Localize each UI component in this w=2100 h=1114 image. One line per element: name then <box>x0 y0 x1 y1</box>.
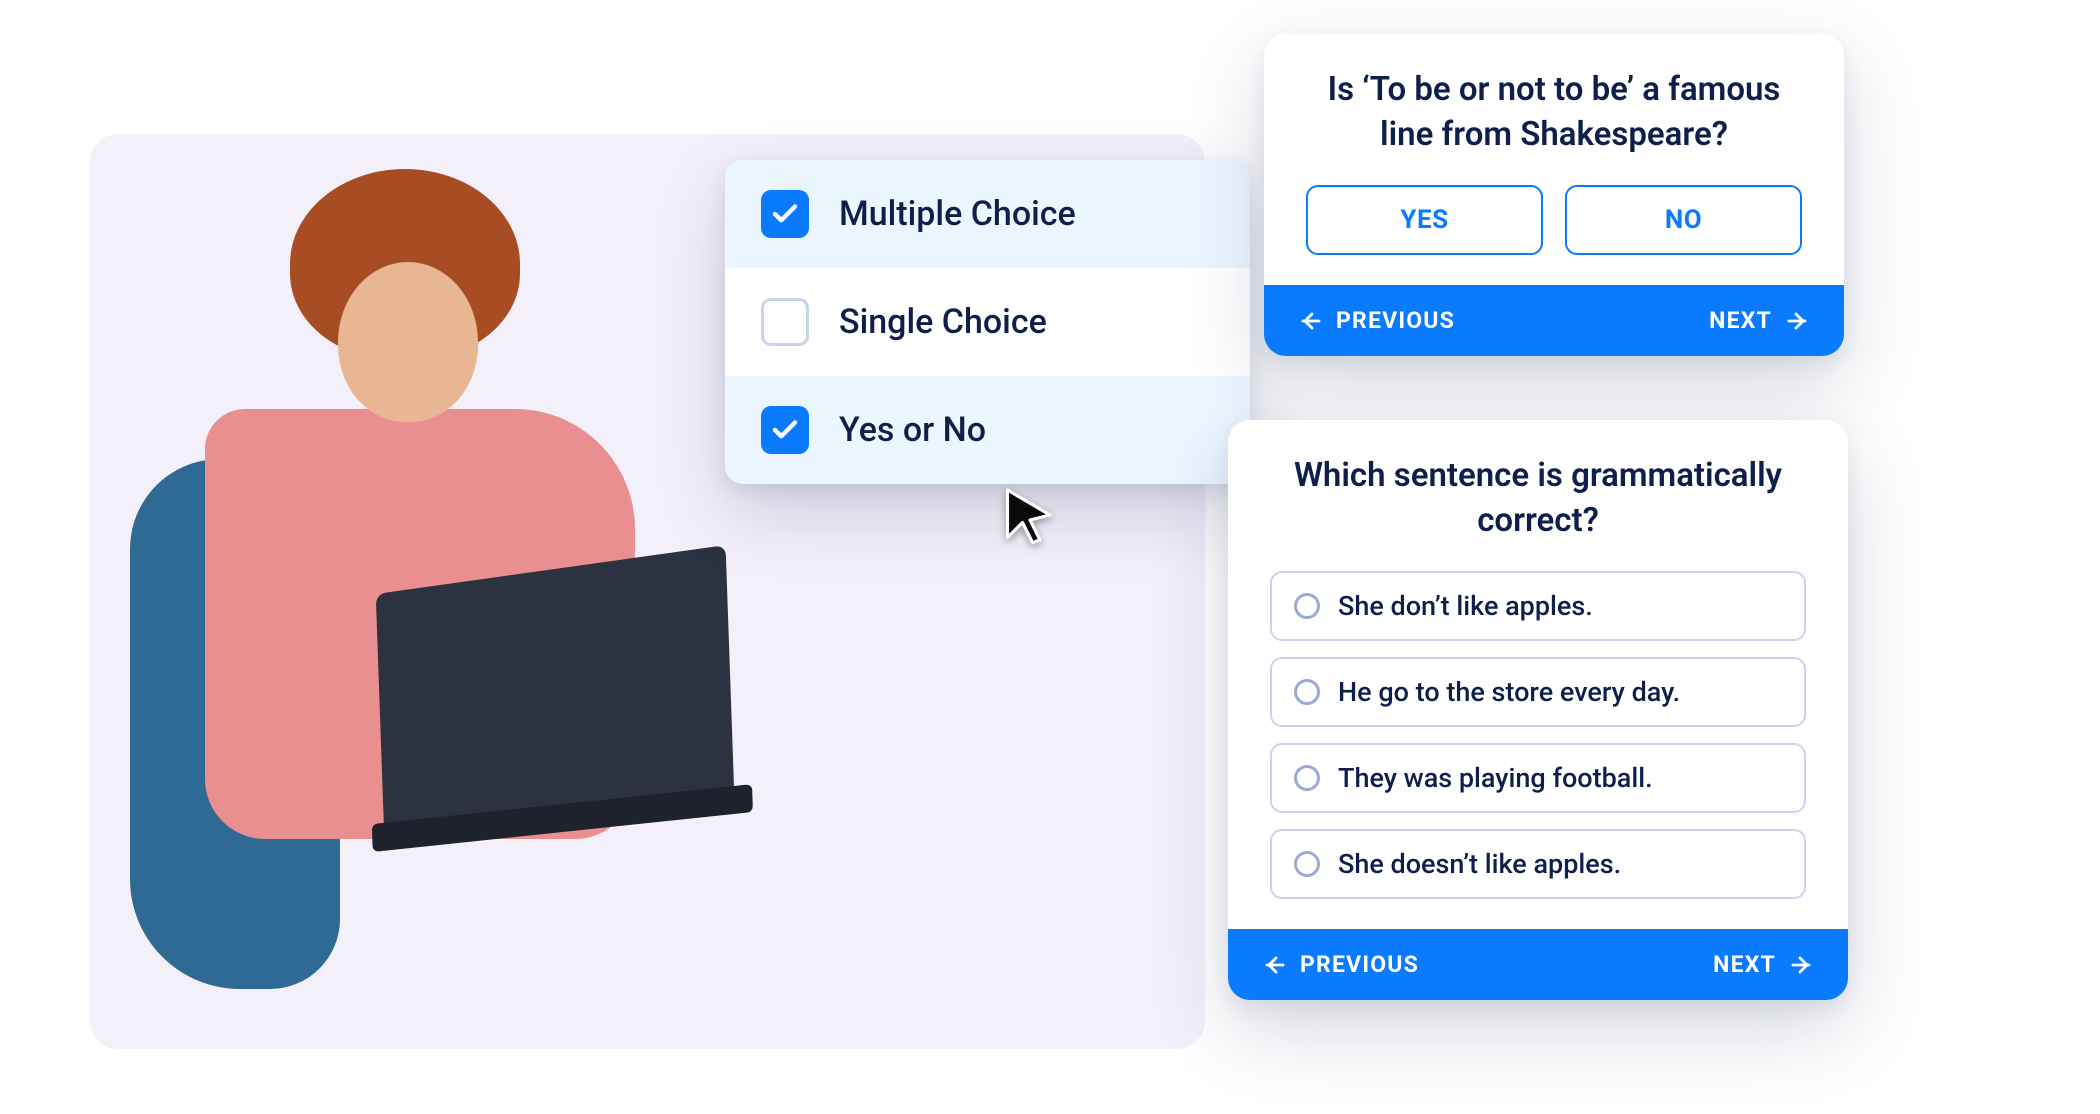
question-type-panel: Multiple Choice Single Choice Yes or No <box>725 160 1250 484</box>
checkbox-checked-icon[interactable] <box>761 190 809 238</box>
question-text: Is ‘To be or not to be’ a famous line fr… <box>1306 68 1802 157</box>
question-text: Which sentence is grammatically correct? <box>1270 454 1806 543</box>
next-label: NEXT <box>1709 307 1772 334</box>
multiple-choice-question-card: Which sentence is grammatically correct?… <box>1228 420 1848 1000</box>
arrow-left-icon <box>1298 309 1322 333</box>
arrow-right-icon <box>1790 953 1814 977</box>
answer-text: She don’t like apples. <box>1338 590 1593 622</box>
answer-text: She doesn’t like apples. <box>1338 848 1621 880</box>
next-button[interactable]: NEXT <box>1709 307 1810 334</box>
previous-label: PREVIOUS <box>1300 951 1419 978</box>
cursor-icon <box>1000 485 1060 545</box>
radio-unchecked-icon <box>1294 765 1320 791</box>
previous-label: PREVIOUS <box>1336 307 1455 334</box>
option-single-choice[interactable]: Single Choice <box>725 268 1250 376</box>
next-button[interactable]: NEXT <box>1713 951 1814 978</box>
answer-text: He go to the store every day. <box>1338 676 1680 708</box>
arrow-left-icon <box>1262 953 1286 977</box>
laptop-shape <box>376 545 735 843</box>
yes-no-question-card: Is ‘To be or not to be’ a famous line fr… <box>1264 34 1844 356</box>
answer-option[interactable]: He go to the store every day. <box>1270 657 1806 727</box>
previous-button[interactable]: PREVIOUS <box>1262 951 1419 978</box>
yes-button[interactable]: YES <box>1306 185 1543 255</box>
option-label: Yes or No <box>839 410 986 450</box>
answer-text: They was playing football. <box>1338 762 1653 794</box>
radio-unchecked-icon <box>1294 679 1320 705</box>
arrow-right-icon <box>1786 309 1810 333</box>
option-label: Multiple Choice <box>839 194 1076 234</box>
student-illustration <box>110 154 750 1049</box>
option-multiple-choice[interactable]: Multiple Choice <box>725 160 1250 268</box>
radio-unchecked-icon <box>1294 593 1320 619</box>
checkbox-checked-icon[interactable] <box>761 406 809 454</box>
face-shape <box>338 262 478 422</box>
answer-option[interactable]: She don’t like apples. <box>1270 571 1806 641</box>
card-nav-bar: PREVIOUS NEXT <box>1264 285 1844 356</box>
card-nav-bar: PREVIOUS NEXT <box>1228 929 1848 1000</box>
answer-option[interactable]: They was playing football. <box>1270 743 1806 813</box>
option-label: Single Choice <box>839 302 1047 342</box>
previous-button[interactable]: PREVIOUS <box>1298 307 1455 334</box>
answer-options-list: She don’t like apples. He go to the stor… <box>1270 571 1806 899</box>
no-button[interactable]: NO <box>1565 185 1802 255</box>
option-yes-or-no[interactable]: Yes or No <box>725 376 1250 484</box>
radio-unchecked-icon <box>1294 851 1320 877</box>
answer-option[interactable]: She doesn’t like apples. <box>1270 829 1806 899</box>
next-label: NEXT <box>1713 951 1776 978</box>
checkbox-unchecked-icon[interactable] <box>761 298 809 346</box>
